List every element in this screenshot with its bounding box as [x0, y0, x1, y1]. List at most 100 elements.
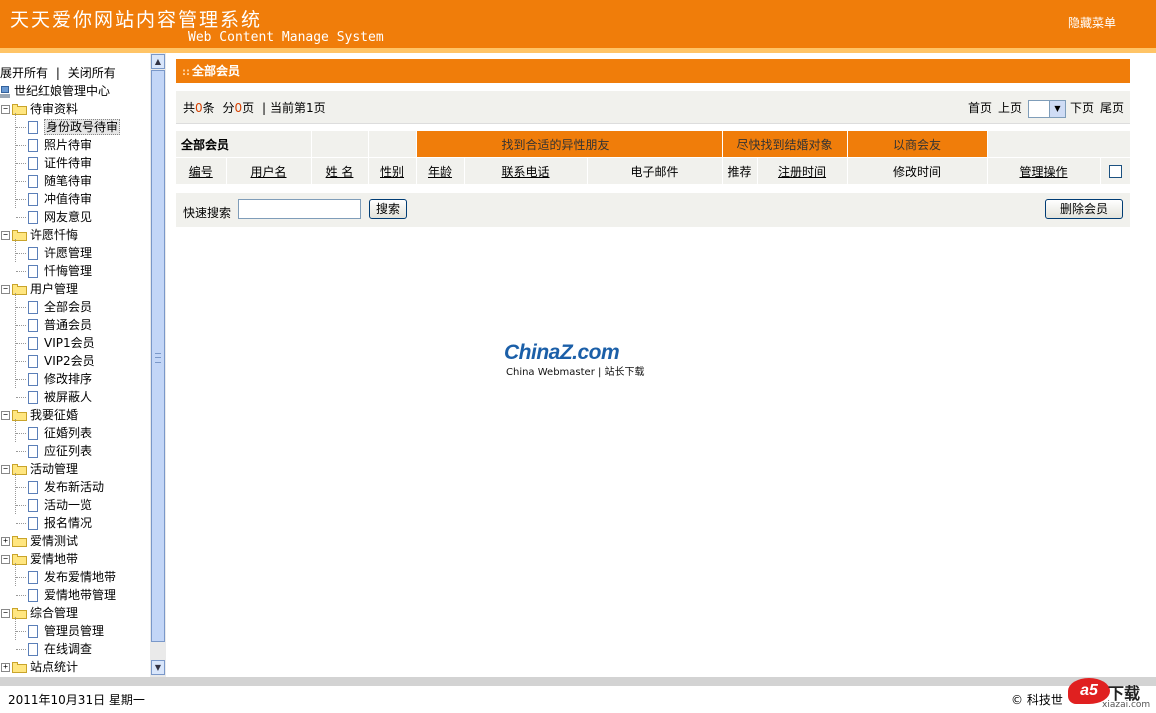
scroll-thumb[interactable] — [151, 70, 165, 642]
members-table: 全部会员 找到合适的异性朋友 尽快找到结婚对象 以商会友 编号 用户名 姓 名 … — [176, 131, 1131, 185]
document-icon — [28, 139, 38, 152]
col-username[interactable]: 用户名 — [226, 157, 312, 185]
collapse-icon[interactable]: − — [1, 411, 10, 420]
sidebar-item[interactable]: 征婚列表 — [16, 424, 92, 442]
sidebar-item[interactable]: 发布新活动 — [16, 478, 104, 496]
col-name[interactable]: 姓 名 — [311, 157, 369, 185]
expand-icon[interactable]: + — [1, 537, 10, 546]
hide-menu-link[interactable]: 隐藏菜单 — [1068, 14, 1116, 31]
panel-title-deco: :: — [182, 67, 190, 78]
delete-member-button[interactable]: 删除会员 — [1045, 199, 1123, 219]
next-page-link[interactable]: 下页 — [1070, 101, 1094, 115]
watermark-logo: ChinaZ.com China Webmaster | 站长下载 — [504, 341, 645, 378]
sidebar-item[interactable]: 照片待审 — [16, 136, 92, 154]
sidebar-group[interactable]: − 爱情地带 — [1, 550, 78, 568]
sidebar-item[interactable]: VIP1会员 — [16, 334, 95, 352]
sidebar-item-label: 发布爱情地带 — [44, 570, 117, 584]
watermark-china: China — [504, 341, 560, 364]
sidebar-item-label: 许愿管理 — [44, 246, 93, 260]
sidebar-group[interactable]: + 爱情测试 — [1, 532, 78, 550]
collapse-icon[interactable]: − — [1, 609, 10, 618]
sidebar-group[interactable]: − 综合管理 — [1, 604, 78, 622]
document-icon — [28, 373, 38, 386]
tree-connector — [16, 630, 26, 633]
sidebar-group[interactable]: − 用户管理 — [1, 280, 78, 298]
footer-copyright: © 科技世 — [1011, 693, 1063, 707]
first-page-link[interactable]: 首页 — [968, 101, 992, 115]
collapse-all-link[interactable]: 关闭所有 — [68, 66, 116, 80]
col-age[interactable]: 年龄 — [416, 157, 465, 185]
tree-connector — [16, 162, 26, 165]
sidebar-item[interactable]: 在线调查 — [16, 640, 92, 658]
sidebar-item[interactable]: 身份政号待审 — [16, 118, 121, 136]
col-id[interactable]: 编号 — [176, 157, 227, 185]
sidebar-group[interactable]: − 待审资料 — [1, 100, 78, 118]
prev-page-link[interactable]: 上页 — [998, 101, 1022, 115]
sidebar-group[interactable]: − 许愿忏悔 — [1, 226, 78, 244]
tree-connector — [16, 432, 26, 435]
page-select[interactable]: ▼ — [1027, 99, 1066, 118]
sidebar-item-label: 证件待审 — [44, 156, 93, 170]
sidebar-item[interactable]: 修改排序 — [16, 370, 92, 388]
collapse-icon[interactable]: − — [1, 555, 10, 564]
collapse-icon[interactable]: − — [1, 285, 10, 294]
tree-connector — [16, 594, 26, 597]
sidebar-item[interactable]: 管理员管理 — [16, 622, 104, 640]
pager-bar: 共0条 分0页 | 当前第1页 首页 上页 ▼ 下页 尾页 — [176, 91, 1130, 124]
sidebar-item[interactable]: 网友意见 — [16, 208, 92, 226]
footer: 2011年10月31日 星期一 © 科技世 — [0, 686, 1156, 713]
filter-opposite-sex-friends[interactable]: 找到合适的异性朋友 — [416, 131, 723, 158]
sidebar-item[interactable]: 全部会员 — [16, 298, 92, 316]
collapse-icon[interactable]: − — [1, 105, 10, 114]
col-phone[interactable]: 联系电话 — [464, 157, 588, 185]
filter-marriage-partner[interactable]: 尽快找到结婚对象 — [722, 131, 848, 158]
tree-connector — [16, 126, 26, 129]
sidebar-item[interactable]: 普通会员 — [16, 316, 92, 334]
total-count: 0 — [195, 101, 203, 115]
document-icon — [28, 247, 38, 260]
sidebar-item[interactable]: 证件待审 — [16, 154, 92, 172]
col-gender[interactable]: 性别 — [368, 157, 417, 185]
sidebar-item[interactable]: 随笔待审 — [16, 172, 92, 190]
sidebar-item[interactable]: 忏悔管理 — [16, 262, 92, 280]
filter-business-friends[interactable]: 以商会友 — [847, 131, 988, 158]
collapse-icon[interactable]: − — [1, 465, 10, 474]
tree-vertical-line — [15, 419, 16, 442]
sidebar-item[interactable]: 发布爱情地带 — [16, 568, 116, 586]
sidebar-item[interactable]: 活动一览 — [16, 496, 92, 514]
sidebar-group[interactable]: − 我要征婚 — [1, 406, 78, 424]
search-input[interactable] — [238, 199, 361, 219]
last-page-link[interactable]: 尾页 — [1100, 101, 1124, 115]
document-icon — [28, 625, 38, 638]
sidebar-scrollbar[interactable]: ▲ ▼ — [150, 53, 166, 677]
sidebar-item-label: 修改排序 — [44, 372, 93, 386]
app-subtitle: Web Content Manage System — [188, 30, 384, 45]
search-button[interactable]: 搜索 — [369, 199, 407, 219]
tree-vertical-line — [15, 617, 16, 640]
scroll-down-button[interactable]: ▼ — [151, 660, 165, 675]
sidebar-item[interactable]: 应征列表 — [16, 442, 92, 460]
filter-label: 尽快找到结婚对象 — [736, 137, 833, 152]
sidebar-group[interactable]: − 活动管理 — [1, 460, 78, 478]
collapse-icon[interactable]: − — [1, 231, 10, 240]
sidebar-item[interactable]: VIP2会员 — [16, 352, 95, 370]
pages-prefix: 分 — [222, 101, 235, 115]
col-manage[interactable]: 管理操作 — [987, 157, 1101, 185]
scroll-up-button[interactable]: ▲ — [151, 54, 165, 69]
sidebar-item[interactable]: 报名情况 — [16, 514, 92, 532]
sidebar-item-label: 管理员管理 — [44, 624, 105, 638]
col-register-time[interactable]: 注册时间 — [757, 157, 848, 185]
table-title-row: 全部会员 找到合适的异性朋友 尽快找到结婚对象 以商会友 — [176, 131, 1131, 158]
sidebar-item[interactable]: 被屏蔽人 — [16, 388, 92, 406]
sidebar-item[interactable]: 爱情地带管理 — [16, 586, 116, 604]
select-all-checkbox[interactable] — [1108, 165, 1122, 178]
expand-all-link[interactable]: 展开所有 — [0, 66, 48, 80]
sidebar-group-label: 许愿忏悔 — [30, 228, 79, 242]
tree-root[interactable]: 世纪红娘管理中心 — [0, 82, 110, 99]
expand-icon[interactable]: + — [1, 663, 10, 672]
sidebar-group[interactable]: + 站点统计 — [1, 658, 78, 676]
document-icon — [28, 265, 38, 278]
document-icon — [28, 499, 38, 512]
sidebar-item[interactable]: 冲值待审 — [16, 190, 92, 208]
sidebar-item[interactable]: 许愿管理 — [16, 244, 92, 262]
